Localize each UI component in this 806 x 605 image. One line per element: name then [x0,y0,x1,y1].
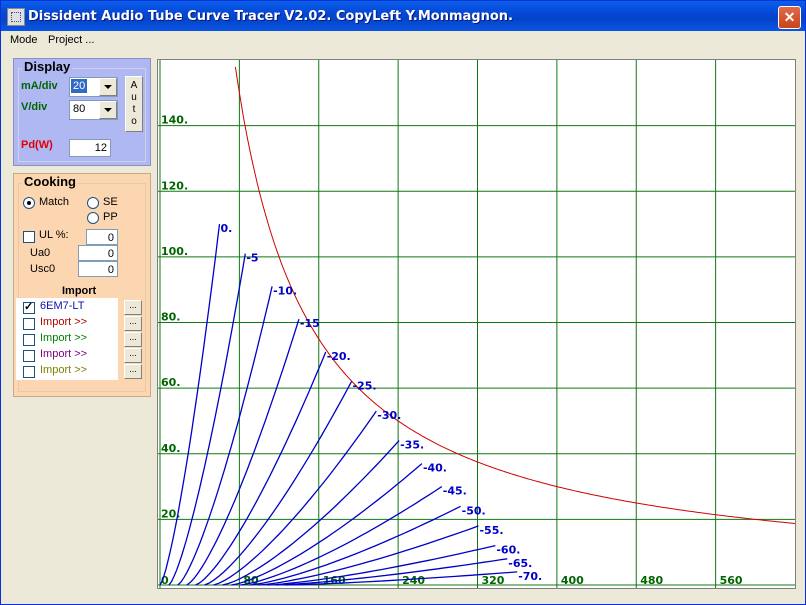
usc0-input[interactable]: 0 [78,261,118,277]
curve-label: -45. [443,485,467,498]
display-panel: Display mA/div 20 V/div 80 A u t o Pd(W)… [13,58,151,166]
title-bar[interactable]: Dissident Audio Tube Curve Tracer V2.02.… [1,1,805,31]
plate-curve [213,410,377,586]
import-item-2[interactable]: Import >> [40,316,87,328]
v-div-label: V/div [21,101,48,113]
app-icon[interactable] [7,8,25,26]
curve-label: -55. [479,524,503,537]
chevron-down-icon[interactable] [99,78,117,96]
x-tick-label: 560 [720,574,743,587]
import-checkbox-4[interactable] [23,350,35,362]
plate-curve [159,224,221,586]
radio-match-label: Match [39,196,69,208]
x-tick-label: 240 [402,574,425,587]
curve-label: -40. [423,462,447,475]
radio-se[interactable] [87,197,99,209]
browse-button-3[interactable]: ... [124,332,142,347]
browse-button-4[interactable]: ... [124,348,142,363]
import-checkbox-1[interactable] [23,300,35,314]
auto-button[interactable]: A u t o [125,76,143,132]
import-item-5[interactable]: Import >> [40,364,87,376]
curve-label: -35. [400,439,424,452]
window-title: Dissident Audio Tube Curve Tracer V2.02.… [28,9,513,24]
cooking-panel: Cooking Match SE PP UL %: 0 Ua0 0 Usc0 0… [13,173,151,397]
plate-curve [177,286,273,586]
chevron-down-icon[interactable] [99,101,117,119]
curve-plot[interactable]: 20. 40. 60. 80. 100. 120. 140. 0 80 160 240 320 400 4… [157,59,796,589]
pd-hyperbola-curve [234,66,796,524]
import-item-4[interactable]: Import >> [40,348,87,360]
menu-bar: Mode Project ... [1,31,805,51]
ua0-input[interactable]: 0 [78,245,118,261]
import-list: 6EM7-LT Import >> Import >> Import >> Im… [16,298,118,380]
y-tick-label: 40. [161,442,181,455]
menu-project[interactable]: Project ... [48,34,94,46]
x-tick-label: 320 [482,574,505,587]
ma-div-label: mA/div [21,80,58,92]
ul-label: UL %: [39,229,69,241]
ul-checkbox[interactable] [23,231,35,243]
curve-label: -25. [352,380,376,393]
radio-pp[interactable] [87,212,99,224]
menu-mode[interactable]: Mode [10,34,38,46]
import-checkbox-2[interactable] [23,318,35,330]
radio-match[interactable] [23,197,35,209]
v-div-value: 80 [73,103,86,115]
curve-label: -60. [496,544,520,557]
curve-label: -50. [462,504,486,517]
import-item-1[interactable]: 6EM7-LT [40,300,84,312]
x-tick-label: 400 [561,574,584,587]
y-tick-label: 100. [161,245,188,258]
ma-div-value: 20 [71,79,88,93]
y-tick-label: 80. [161,311,181,324]
ul-input[interactable]: 0 [86,229,118,245]
y-tick-label: 140. [161,114,188,127]
curve-label: -70. [518,570,542,583]
cooking-legend: Cooking [22,174,78,189]
curve-label: 0. [221,222,233,235]
close-button[interactable]: ✕ [778,6,801,29]
curve-label: -5 [246,252,258,265]
plate-curve [168,253,246,586]
browse-button-1[interactable]: ... [124,300,142,315]
pd-label: Pd(W) [21,139,53,151]
x-tick-label: 480 [640,574,663,587]
browse-button-5[interactable]: ... [124,364,142,379]
plot-svg: 20.40.60.80.100.120.140.0 80 160 240 320 400 4… [158,60,796,588]
curve-label: -20. [327,350,351,363]
ma-div-select[interactable]: 20 [69,77,118,97]
import-checkbox-5[interactable] [23,366,35,378]
v-div-select[interactable]: 80 [69,100,118,120]
y-tick-label: 60. [161,376,181,389]
curve-label: -15 [300,317,320,330]
import-header: Import [62,285,97,297]
curve-label: -65. [508,557,532,570]
radio-se-label: SE [103,196,118,208]
ua0-label: Ua0 [30,247,51,259]
curve-label: -30. [377,409,401,422]
y-tick-label: 120. [161,179,188,192]
radio-pp-label: PP [103,211,118,223]
browse-button-2[interactable]: ... [124,316,142,331]
curve-label: -10. [273,284,297,297]
import-item-3[interactable]: Import >> [40,332,87,344]
app-window: Dissident Audio Tube Curve Tracer V2.02.… [0,0,806,605]
pd-input[interactable]: 12 [69,139,111,157]
import-checkbox-3[interactable] [23,334,35,346]
display-legend: Display [22,59,73,74]
usc0-label: Usc0 [30,263,56,275]
